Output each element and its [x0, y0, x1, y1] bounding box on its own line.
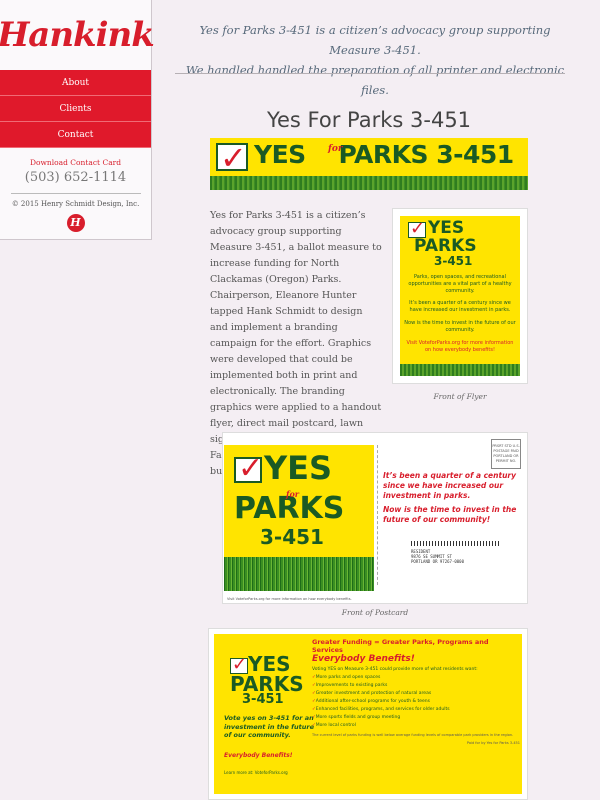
back-flyer-fineprint: The current level of parks funding is we…	[312, 733, 514, 737]
postcard-message-2: Now is the time to invest in the future …	[383, 505, 517, 524]
back-flyer-artwork: ✓ YES PARKS 3-451 Vote yes on 3-451 for …	[214, 634, 522, 794]
list-item: More local control	[312, 722, 520, 730]
postcard-for: for	[286, 489, 299, 499]
grass-graphic	[400, 364, 520, 376]
nav-clients[interactable]: Clients	[0, 96, 151, 122]
postcard-message: It’s been a quarter of a century since w…	[383, 471, 523, 529]
banner-image: ✓ YES PARKS 3-451 for	[210, 138, 528, 190]
postcard-number: 3-451	[260, 525, 324, 549]
banner-yes: YES	[254, 140, 306, 169]
flyer-image: ✓ YES PARKS 3-451 Parks, open spaces, an…	[392, 208, 528, 384]
postcard-footer: Visit VoteforParks.org for more informat…	[227, 597, 352, 601]
back-flyer-benefit: Everybody Benefits!	[224, 752, 293, 759]
download-contact-card-link[interactable]: Download Contact Card	[0, 158, 151, 167]
back-flyer-heading: Greater Funding = Greater Parks, Program…	[312, 638, 489, 654]
intro-line-2: We handled handled the preparation of al…	[185, 63, 565, 97]
flyer-line-4: Visit VoteforParks.org for more informat…	[406, 340, 514, 353]
banner-parks: PARKS 3-451	[338, 140, 515, 169]
list-item: Greater investment and protection of nat…	[312, 690, 520, 698]
flyer-yes: YES	[428, 218, 465, 238]
flyer-line-3: Now is the time to invest in the future …	[404, 320, 516, 333]
list-item: More sports fields and group meeting	[312, 714, 520, 722]
copyright-text: © 2015 Henry Schmidt Design, Inc.	[11, 200, 140, 208]
phone-number: (503) 652-1114	[24, 170, 127, 185]
nav-about[interactable]: About	[0, 70, 151, 96]
grass-graphic	[224, 555, 374, 591]
logo-text-ink: ink	[95, 15, 155, 55]
logo-text-hank: Hank	[0, 15, 97, 55]
postcard-image: ✓ YES PARKS for 3-451 PRSRT STD U.S. POS…	[222, 432, 528, 604]
list-item: Improvements to existing parks	[312, 682, 520, 690]
checkbox-icon: ✓	[216, 139, 248, 177]
back-flyer-subheading: Everybody Benefits!	[312, 654, 415, 664]
list-item: Additional after-school programs for you…	[312, 698, 520, 706]
flyer-artwork: ✓ YES PARKS 3-451 Parks, open spaces, an…	[400, 216, 520, 376]
banner-yes-parks: YES PARKS 3-451	[254, 140, 514, 169]
back-flyer-learn-more: Learn more at: VoteforParks.org	[224, 770, 288, 775]
sidebar: Hank ink About Clients Contact Download C…	[0, 0, 155, 240]
grass-graphic	[210, 176, 528, 190]
checkbox-icon: ✓	[234, 451, 263, 486]
postcard-caption: Front of Postcard	[341, 608, 409, 617]
back-flyer-details: Greater Funding = Greater Parks, Program…	[312, 638, 520, 746]
hankink-logo[interactable]: Hank ink	[0, 0, 155, 70]
page-title: Yes For Parks 3-451	[266, 108, 472, 132]
list-item: Enhanced facilities, programs, and servi…	[312, 706, 520, 714]
flyer-parks: PARKS	[414, 236, 477, 256]
h-logo-icon[interactable]: H	[66, 214, 85, 232]
back-flyer-credit: Paid for by Yes for Parks 3-451	[466, 741, 520, 745]
benefits-list: More parks and open spaces Improvements …	[312, 674, 520, 730]
postcard-yes: YES	[264, 449, 333, 487]
flyer-line-1: Parks, open spaces, and recreational opp…	[408, 274, 512, 294]
mailing-address: RESIDENT 9876 SE SUMMIT ST PORTLAND OR 9…	[411, 549, 464, 564]
flyer-number: 3-451	[434, 254, 473, 268]
intro-line-1: Yes for Parks 3-451 is a citizen’s advoc…	[199, 23, 551, 57]
flyer-line-2: It’s been a quarter of a century since w…	[409, 300, 511, 313]
barcode-graphic	[411, 541, 499, 546]
back-flyer-image: ✓ YES PARKS 3-451 Vote yes on 3-451 for …	[208, 628, 528, 800]
back-flyer-number: 3-451	[242, 692, 284, 707]
back-flyer-vote-text: Vote yes on 3-451 for an investment in t…	[224, 714, 314, 739]
intro-text: Yes for Parks 3-451 is a citizen’s advoc…	[175, 20, 575, 100]
sidebar-divider	[10, 193, 141, 194]
header-divider	[175, 73, 565, 74]
banner-for: for	[328, 144, 343, 154]
postcard-fold-line	[377, 445, 378, 585]
postage-indicia: PRSRT STD U.S. POSTAGE PAID PORTLAND OR …	[491, 439, 521, 469]
postcard-message-1: It’s been a quarter of a century since w…	[383, 471, 516, 500]
postcard-artwork: ✓ YES PARKS for 3-451	[224, 445, 374, 591]
nav-contact[interactable]: Contact	[0, 122, 151, 148]
list-item: More parks and open spaces	[312, 674, 520, 682]
flyer-caption: Front of Flyer	[433, 392, 487, 401]
back-flyer-intro: Voting YES on Measure 3-451 could provid…	[312, 667, 478, 672]
